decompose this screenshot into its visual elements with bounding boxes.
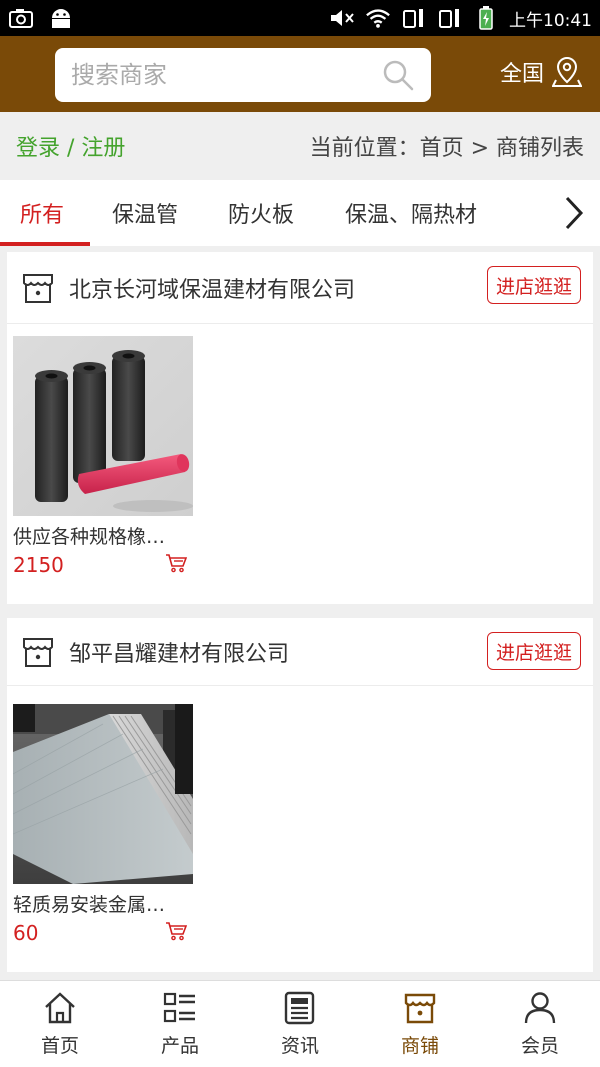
cart-icon[interactable] bbox=[165, 553, 187, 573]
shop-card: 邹平昌耀建材有限公司 进店逛逛 轻质易安装金属… 60 bbox=[7, 618, 593, 972]
user-icon bbox=[524, 991, 556, 1023]
product-name: 供应各种规格橡… bbox=[13, 526, 166, 548]
search-icon[interactable] bbox=[381, 58, 415, 92]
product-image[interactable] bbox=[13, 704, 193, 884]
product-item[interactable]: 轻质易安装金属… 60 bbox=[13, 704, 193, 945]
app-header: 全国 bbox=[0, 36, 600, 112]
product-item[interactable]: 供应各种规格橡… 2150 bbox=[13, 336, 193, 577]
status-bar: 上午10:41 bbox=[0, 0, 600, 36]
tab-fireproof-board[interactable]: 防火板 bbox=[228, 180, 294, 246]
nav-label: 资讯 bbox=[280, 1034, 319, 1057]
visit-store-button[interactable]: 进店逛逛 bbox=[486, 266, 581, 304]
news-icon bbox=[284, 991, 315, 1024]
breadcrumb: 当前位置：首页 > 商铺列表 bbox=[309, 136, 584, 161]
shop-icon bbox=[404, 993, 436, 1023]
cart-icon[interactable] bbox=[165, 921, 187, 941]
tab-insulation-pipe[interactable]: 保温管 bbox=[112, 180, 178, 246]
nav-news[interactable]: 资讯 bbox=[240, 981, 360, 1067]
shop-card: 北京长河域保温建材有限公司 进店逛逛 供应各种规格橡… 2150 bbox=[7, 252, 593, 604]
visit-store-button[interactable]: 进店逛逛 bbox=[486, 632, 581, 670]
login-register-link[interactable]: 登录 / 注册 bbox=[16, 130, 125, 162]
tab-insulation-materials[interactable]: 保温、隔热材 bbox=[345, 180, 477, 246]
nav-label: 商铺 bbox=[400, 1034, 439, 1057]
product-name: 轻质易安装金属… bbox=[13, 894, 166, 916]
category-tabs: 所有 保温管 防火板 保温、隔热材 bbox=[0, 180, 600, 246]
home-icon bbox=[45, 991, 75, 1023]
product-image[interactable] bbox=[13, 336, 193, 516]
nav-label: 首页 bbox=[40, 1034, 79, 1057]
search-box[interactable] bbox=[55, 48, 431, 102]
screenshot-icon bbox=[8, 7, 34, 29]
nav-label: 会员 bbox=[520, 1034, 559, 1057]
search-input[interactable] bbox=[71, 61, 381, 89]
sim1-signal-icon bbox=[401, 7, 427, 29]
store-icon bbox=[23, 273, 53, 303]
list-icon bbox=[163, 992, 195, 1022]
location-pin-icon bbox=[552, 56, 582, 87]
nav-products[interactable]: 产品 bbox=[120, 981, 240, 1067]
nav-shops[interactable]: 商铺 bbox=[360, 981, 480, 1067]
chevron-right-icon[interactable] bbox=[562, 194, 586, 232]
nav-home[interactable]: 首页 bbox=[0, 981, 120, 1067]
shop-name: 邹平昌耀建材有限公司 bbox=[69, 641, 290, 667]
nav-member[interactable]: 会员 bbox=[480, 981, 600, 1067]
breadcrumb-row: 登录 / 注册 当前位置：首页 > 商铺列表 bbox=[0, 112, 600, 180]
store-icon bbox=[23, 637, 53, 667]
wifi-icon bbox=[365, 7, 391, 29]
tab-all[interactable]: 所有 bbox=[0, 180, 91, 246]
shop-name: 北京长河域保温建材有限公司 bbox=[69, 277, 356, 303]
nav-label: 产品 bbox=[160, 1034, 199, 1057]
bottom-nav: 首页 产品 资讯 商铺 会员 bbox=[0, 980, 600, 1067]
battery-icon bbox=[473, 6, 499, 30]
status-time: 上午10:41 bbox=[509, 10, 592, 31]
region-label: 全国 bbox=[499, 62, 544, 87]
android-icon bbox=[48, 7, 74, 29]
mute-icon bbox=[329, 7, 355, 29]
region-selector[interactable]: 全国 bbox=[500, 56, 582, 88]
sim2-signal-icon bbox=[437, 7, 463, 29]
